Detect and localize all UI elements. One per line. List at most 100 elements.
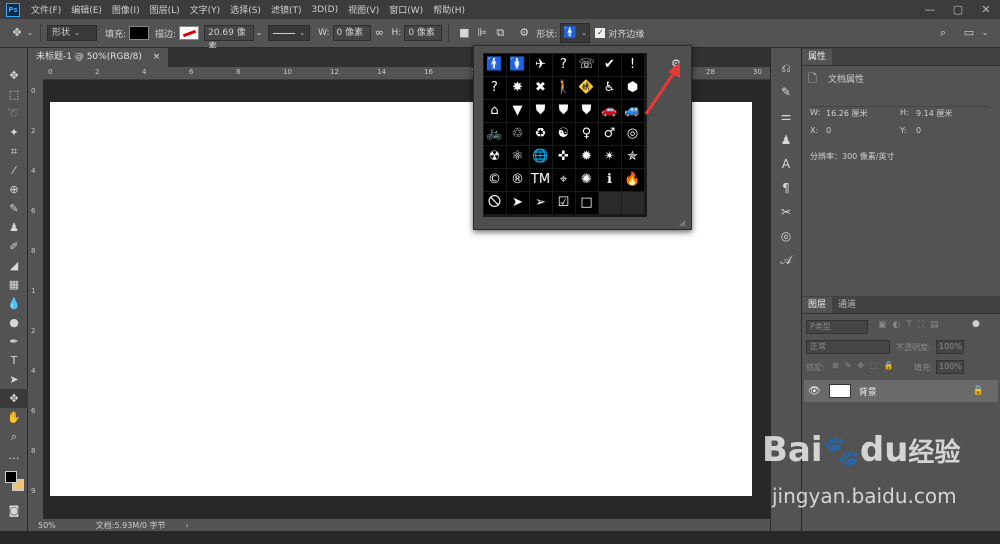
tab-properties[interactable]: 属性 — [802, 49, 833, 65]
foreground-color-swatch[interactable] — [5, 471, 17, 483]
filter-toggle-icon[interactable]: ● — [972, 319, 980, 329]
link-icon[interactable]: ∞ — [371, 24, 389, 42]
width-field[interactable]: 0 像素 — [332, 25, 371, 41]
eyedropper-tool-icon[interactable]: ⁄ — [0, 161, 28, 180]
magic-wand-tool-icon[interactable]: ✦ — [0, 123, 28, 142]
menu-view[interactable]: 视图(V) — [343, 3, 384, 16]
hand-tool-icon[interactable]: ✋ — [0, 408, 28, 427]
move-tool-icon[interactable]: ✥ — [0, 66, 28, 85]
shape-preset-item[interactable]: ☑ — [552, 191, 575, 214]
dodge-tool-icon[interactable]: ● — [0, 313, 28, 332]
menu-layer[interactable]: 图层(L) — [145, 3, 185, 16]
stroke-swatch[interactable] — [179, 26, 200, 40]
shape-preset-item[interactable]: ♀ — [575, 122, 598, 145]
history-brush-tool-icon[interactable]: ✐ — [0, 237, 28, 256]
tool-mode-select[interactable]: 形状 ⌄ — [47, 25, 97, 41]
chevron-right-icon[interactable]: › — [186, 521, 189, 530]
maximize-button[interactable]: ▢ — [944, 0, 972, 19]
shape-preset-item[interactable]: TM — [529, 168, 552, 191]
path-selection-tool-icon[interactable]: ➤ — [0, 370, 28, 389]
search-icon[interactable]: ⌕ — [934, 24, 952, 42]
quick-mask-icon[interactable]: ◙ — [0, 501, 28, 520]
shape-preset-item[interactable]: ✺ — [575, 168, 598, 191]
chevron-down-icon[interactable]: ⌄ — [26, 24, 34, 42]
path-alignment-icon[interactable]: ⊫ — [473, 24, 491, 42]
shape-preset-item[interactable]: ♂ — [598, 122, 621, 145]
shape-preset-item[interactable]: 🚹 — [483, 53, 506, 76]
custom-shape-tool-icon[interactable]: ✥ — [8, 24, 26, 42]
shape-preset-item[interactable]: ✸ — [506, 76, 529, 99]
minimize-button[interactable]: — — [916, 0, 944, 19]
zoom-tool-icon[interactable]: ⌕ — [0, 427, 28, 446]
brush-panel-icon[interactable]: ✎ — [771, 80, 801, 104]
shape-preset-item[interactable]: ⛊ — [552, 99, 575, 122]
shape-preset-item[interactable]: ? — [552, 53, 575, 76]
shape-preset-item[interactable]: ⌂ — [483, 99, 506, 122]
shape-preset-item[interactable]: ♿ — [598, 76, 621, 99]
shape-preset-item[interactable]: ➤ — [506, 191, 529, 214]
zoom-level[interactable]: 50% — [38, 521, 56, 530]
tab-channels[interactable]: 通道 — [832, 297, 862, 313]
shape-preset-item[interactable]: ℹ — [598, 168, 621, 191]
shape-preset-item[interactable]: ⛊ — [529, 99, 552, 122]
shape-preset-item[interactable]: 🚲 — [483, 122, 506, 145]
menu-edit[interactable]: 编辑(E) — [66, 3, 107, 16]
shape-preset-item[interactable]: ♲ — [506, 122, 529, 145]
shape-select[interactable]: 🚹 ⌄ — [560, 23, 591, 43]
prop-w-value[interactable]: 16.26 厘米 — [826, 108, 867, 119]
chevron-down-icon[interactable]: ⌄ — [254, 24, 264, 42]
shape-preset-item[interactable]: ⚛ — [506, 145, 529, 168]
lasso-tool-icon[interactable]: ➰ — [0, 104, 28, 123]
pen-tool-icon[interactable]: ✒ — [0, 332, 28, 351]
shape-preset-item[interactable]: 🚺 — [506, 53, 529, 76]
shape-preset-item[interactable]: ⛊ — [575, 99, 598, 122]
menu-file[interactable]: 文件(F) — [26, 3, 66, 16]
shape-preset-item[interactable]: ⌖ — [552, 168, 575, 191]
layer-row[interactable]: 👁 背景 🔒 — [804, 380, 998, 402]
close-tab-icon[interactable]: × — [153, 52, 161, 62]
shape-preset-item[interactable]: ☏ — [575, 53, 598, 76]
shape-preset-item[interactable]: ✯ — [621, 145, 644, 168]
stroke-type-select[interactable]: ⌄ — [268, 25, 311, 41]
close-button[interactable]: ✕ — [972, 0, 1000, 19]
type-tool-icon[interactable]: T — [0, 351, 28, 370]
blend-mode-select[interactable]: 正常 — [806, 340, 890, 354]
height-field[interactable]: 0 像素 — [404, 25, 443, 41]
marquee-tool-icon[interactable]: ⬚ — [0, 85, 28, 104]
menu-help[interactable]: 帮助(H) — [428, 3, 470, 16]
clone-source-icon[interactable]: ♟ — [771, 128, 801, 152]
shape-preset-item[interactable]: 🚸 — [575, 76, 598, 99]
shape-preset-item[interactable]: 🚗 — [598, 99, 621, 122]
gear-icon[interactable]: ⚙ — [515, 24, 533, 42]
glyphs-icon[interactable]: 𝒜 — [771, 248, 801, 272]
chevron-down-icon[interactable]: ⌄ — [976, 24, 994, 42]
shape-preset-item[interactable]: ◎ — [621, 122, 644, 145]
shape-preset-item[interactable]: ☢ — [483, 145, 506, 168]
libraries-icon[interactable]: ◎ — [771, 224, 801, 248]
shape-preset-item[interactable]: ♻ — [529, 122, 552, 145]
path-arrangement-icon[interactable]: ⧉ — [491, 24, 509, 42]
prop-h-value[interactable]: 9.14 厘米 — [916, 108, 952, 119]
tool-presets-icon[interactable]: ✂ — [771, 200, 801, 224]
shape-preset-item[interactable]: ✴ — [598, 145, 621, 168]
layer-filter-select[interactable]: P类型 — [806, 320, 868, 334]
lock-icons[interactable]: ⊠✎✥⬚🔒 — [832, 361, 900, 370]
blur-tool-icon[interactable]: 💧 — [0, 294, 28, 313]
shape-preset-item[interactable]: 🌐 — [529, 145, 552, 168]
menu-3d[interactable]: 3D(D) — [306, 5, 343, 15]
shape-preset-item[interactable]: ? — [483, 76, 506, 99]
custom-shape-tool-icon[interactable]: ✥ — [0, 389, 28, 408]
eye-icon[interactable]: 👁 — [808, 386, 821, 397]
shape-preset-item[interactable]: ® — [506, 168, 529, 191]
menu-select[interactable]: 选择(S) — [225, 3, 266, 16]
crop-tool-icon[interactable]: ⌗ — [0, 142, 28, 161]
document-tab[interactable]: 未标题-1 @ 50%(RGB/8) × — [28, 48, 169, 67]
stamp-tool-icon[interactable]: ♟ — [0, 218, 28, 237]
stroke-width-field[interactable]: 20.69 像素 — [204, 25, 255, 52]
menu-type[interactable]: 文字(Y) — [185, 3, 226, 16]
layer-filter-icons[interactable]: ▣◐T⛶▤ — [878, 320, 945, 330]
fill-field[interactable]: 100% — [936, 360, 964, 374]
healing-tool-icon[interactable]: ⊕ — [0, 180, 28, 199]
tab-layers[interactable]: 图层 — [802, 297, 833, 313]
prop-x-value[interactable]: 0 — [826, 126, 831, 135]
